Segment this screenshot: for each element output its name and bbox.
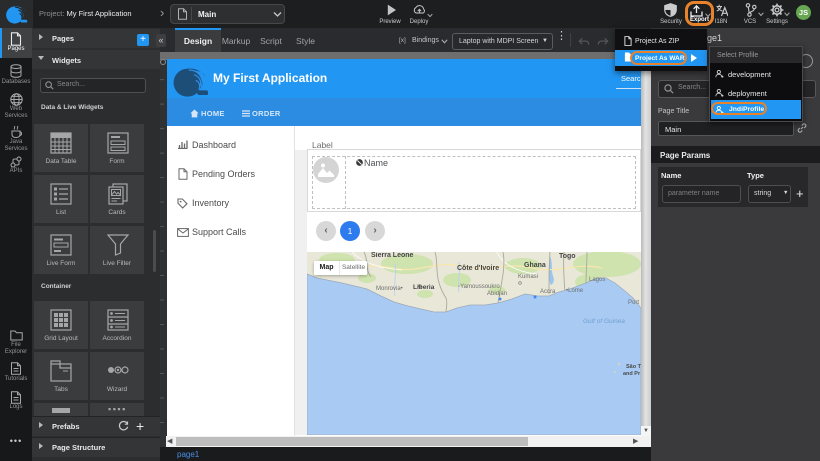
- svg-text:•Lome: •Lome: [566, 288, 584, 294]
- svg-text:Monrovia•: Monrovia•: [376, 286, 403, 292]
- svg-text:and Pr: and Pr: [623, 371, 641, 377]
- svg-text:Port: Port: [628, 300, 639, 306]
- svg-text:Lagos: Lagos: [589, 277, 605, 283]
- svg-text:Accra: Accra: [540, 289, 556, 295]
- svg-text:Ghana: Ghana: [524, 262, 546, 269]
- svg-text:Sierra Leone: Sierra Leone: [371, 252, 414, 259]
- svg-text:Liberia: Liberia: [413, 284, 435, 291]
- svg-text:◦Yamoussoukro: ◦Yamoussoukro: [458, 284, 500, 290]
- svg-text:São T: São T: [626, 364, 641, 370]
- svg-text:Kumasi: Kumasi: [518, 274, 538, 280]
- svg-text:Abidjan: Abidjan: [487, 291, 507, 297]
- svg-text:Gulf of Guinea: Gulf of Guinea: [583, 318, 625, 325]
- svg-text:Togo: Togo: [559, 253, 576, 260]
- svg-text:Côte d'Ivoire: Côte d'Ivoire: [457, 265, 499, 272]
